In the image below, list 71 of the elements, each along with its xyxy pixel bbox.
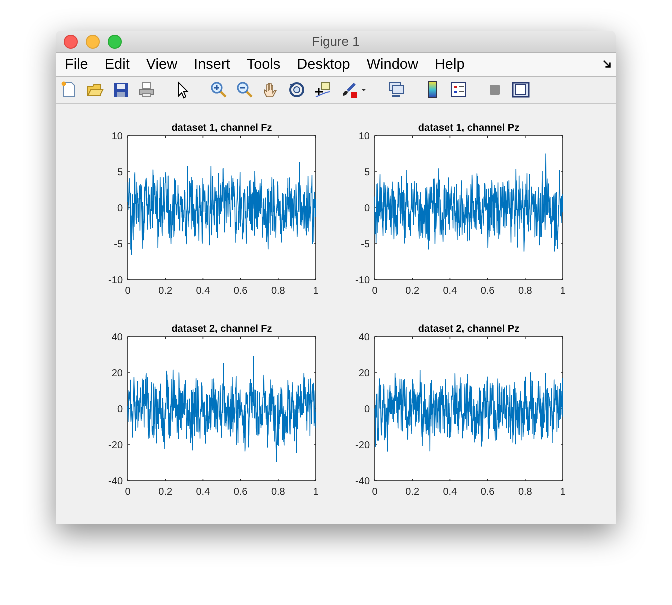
y-tick-label: -10 — [356, 276, 370, 286]
x-tick-label: 0.8 — [271, 487, 286, 498]
x-tick-label: 0.8 — [518, 487, 532, 498]
x-tick-label: 0.2 — [406, 286, 420, 297]
x-tick-label: 0.4 — [196, 487, 210, 498]
plot-title: dataset 2, channel Fz — [172, 324, 272, 335]
y-tick-label: 40 — [358, 332, 370, 344]
x-tick-label: 0 — [372, 286, 378, 297]
menu-item[interactable]: Help — [434, 56, 465, 72]
x-tick-label: 1 — [560, 487, 566, 498]
y-tick-label: -5 — [114, 240, 123, 250]
menu-item[interactable]: Edit — [104, 56, 130, 72]
plot-title: dataset 1, channel Fz — [172, 123, 272, 134]
menu-item[interactable]: Window — [366, 56, 418, 72]
link-icon[interactable] — [388, 81, 406, 99]
undock-arrow-icon[interactable] — [603, 60, 612, 69]
y-tick-label: -40 — [108, 476, 123, 488]
y-tick-label: 40 — [112, 332, 123, 344]
y-tick-label: 20 — [112, 368, 123, 380]
x-tick-label: 0.6 — [234, 487, 248, 498]
zoom-in-icon[interactable] — [210, 81, 228, 99]
x-tick-label: 1 — [313, 286, 319, 297]
x-tick-label: 0.4 — [443, 286, 458, 297]
legend-icon[interactable] — [450, 81, 468, 99]
y-tick-label: -5 — [361, 240, 370, 250]
zoom-out-icon[interactable] — [236, 81, 254, 99]
y-tick-label: 5 — [364, 168, 370, 178]
printer-icon[interactable] — [138, 81, 156, 99]
x-tick-label: 0.6 — [234, 286, 248, 297]
y-tick-label: 5 — [117, 168, 123, 178]
y-tick-label: -20 — [356, 440, 370, 452]
menu-item[interactable]: File — [65, 56, 88, 72]
x-tick-label: 0.8 — [518, 286, 532, 297]
x-tick-label: 0.2 — [158, 487, 173, 498]
x-tick-label: 0 — [125, 286, 131, 297]
x-tick-label: 0.6 — [480, 487, 495, 498]
data-cursor-icon[interactable] — [314, 81, 332, 99]
plot-title: dataset 1, channel Pz — [418, 123, 520, 134]
y-tick-label: -40 — [356, 476, 370, 488]
x-tick-label: 0 — [125, 487, 131, 498]
brush-icon[interactable] — [340, 81, 358, 99]
x-tick-label: 1 — [560, 286, 566, 297]
plot-title: dataset 2, channel Pz — [418, 324, 520, 335]
menu-item[interactable]: View — [146, 56, 178, 72]
x-tick-label: 0.4 — [443, 487, 458, 498]
x-tick-label: 0.6 — [480, 286, 495, 297]
x-tick-label: 1 — [313, 487, 319, 498]
x-tick-label: 0.2 — [158, 286, 173, 297]
y-tick-label: 10 — [112, 132, 123, 142]
x-tick-label: 0.8 — [271, 286, 286, 297]
frame-icon[interactable] — [512, 81, 530, 99]
x-tick-label: 0.4 — [196, 286, 210, 297]
menu-item[interactable]: Desktop — [297, 56, 350, 72]
menu-item[interactable]: Insert — [194, 56, 230, 72]
close-button[interactable] — [64, 34, 78, 48]
y-tick-label: 10 — [358, 132, 370, 142]
y-tick-label: 0 — [117, 204, 123, 214]
y-tick-label: -20 — [108, 440, 123, 452]
x-tick-label: 0 — [372, 487, 378, 498]
y-tick-label: 0 — [117, 404, 123, 416]
y-tick-label: 0 — [364, 204, 370, 214]
y-tick-label: 0 — [364, 404, 370, 416]
y-tick-label: 20 — [358, 368, 370, 380]
rotate-icon[interactable] — [288, 81, 306, 99]
save-icon[interactable] — [112, 81, 130, 99]
hand-icon[interactable] — [262, 81, 280, 99]
new-document-icon[interactable] — [60, 81, 78, 99]
x-tick-label: 0.2 — [406, 487, 420, 498]
window-title: Figure 1 — [312, 34, 360, 49]
y-tick-label: -10 — [108, 276, 123, 286]
menu-item[interactable]: Tools — [246, 56, 281, 72]
